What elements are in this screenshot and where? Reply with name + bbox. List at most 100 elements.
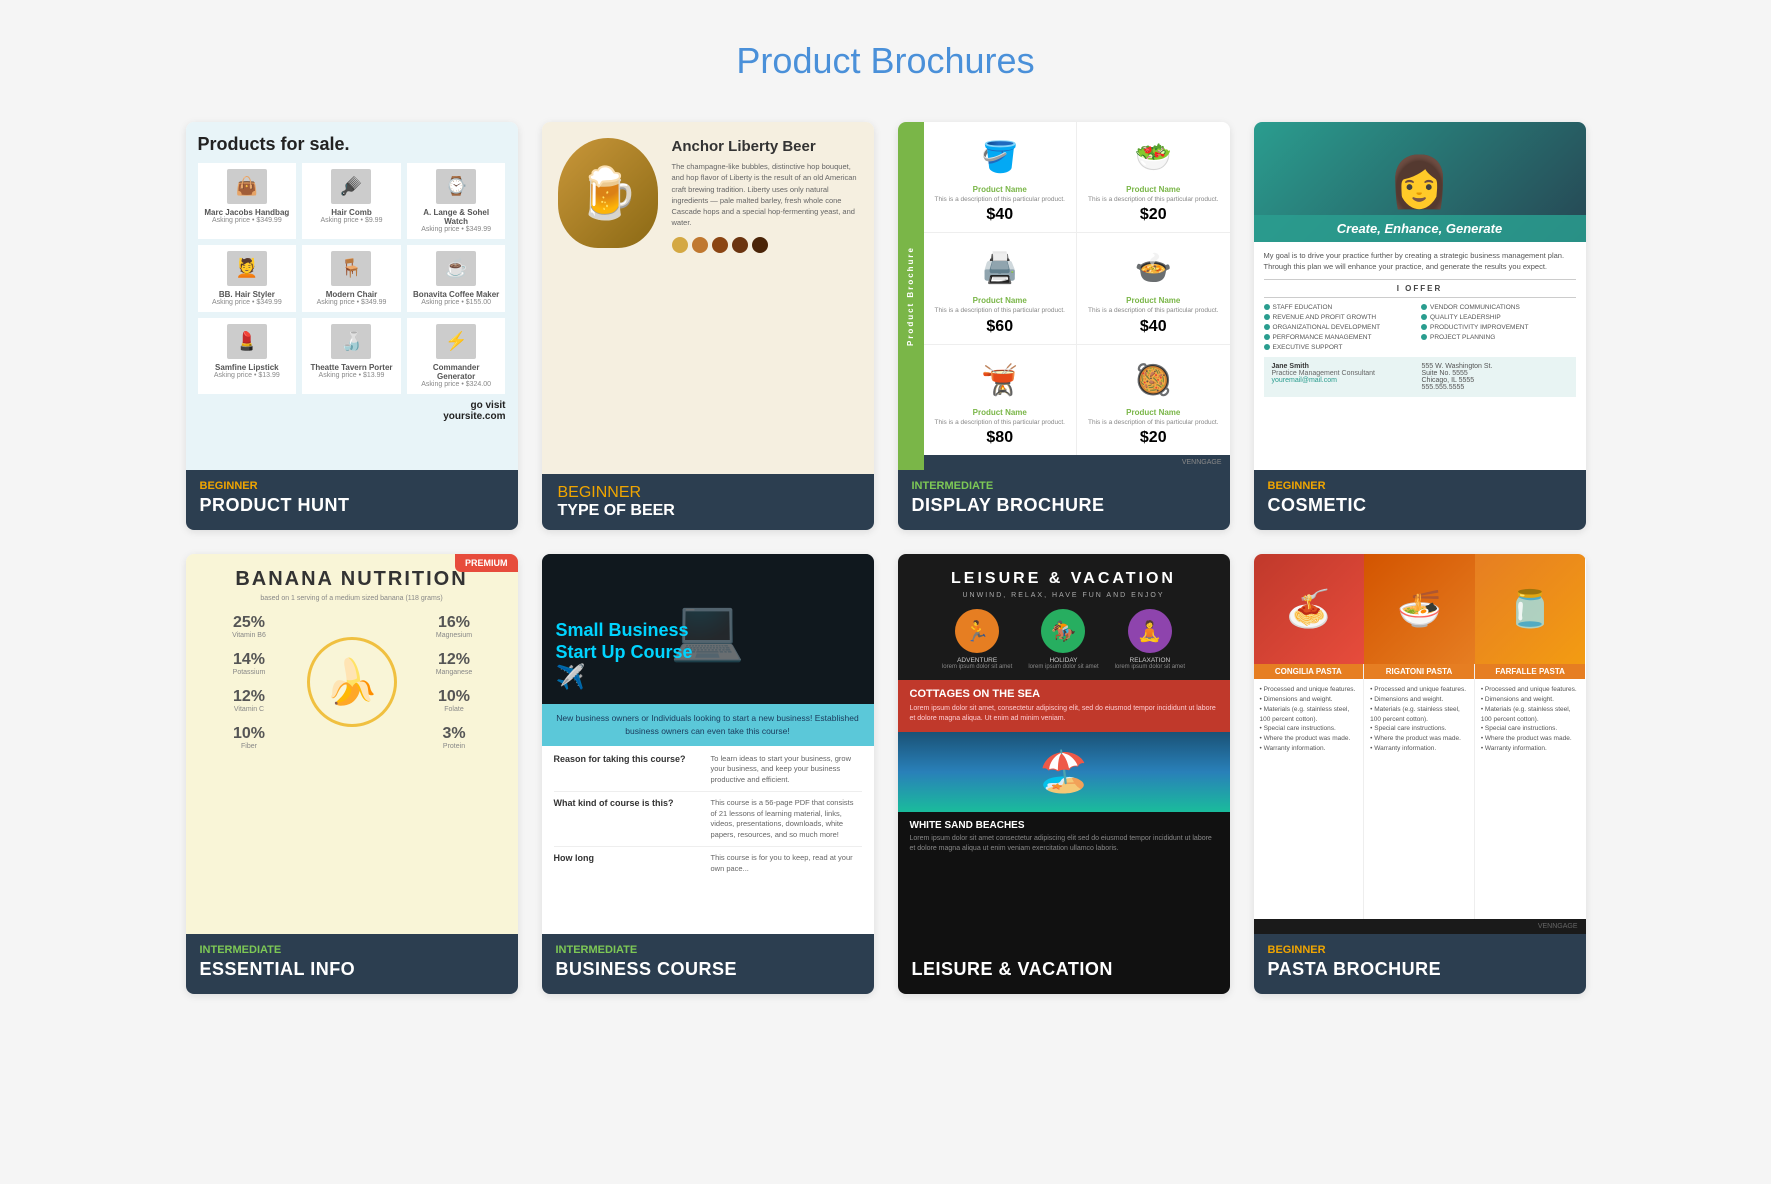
stat-label: Vitamin B6 [200, 632, 299, 639]
card-product-hunt[interactable]: Products for sale. 👜 Marc Jacobs Handbag… [186, 122, 518, 530]
color-swatch-4 [732, 237, 748, 253]
page-title: Product Brochures [20, 40, 1751, 82]
banana-stat: 25%Vitamin B6 [200, 614, 299, 639]
ph-item-name: A. Lange & Sohel Watch [413, 208, 500, 226]
contact-suite: Suite No. 5555 [1422, 370, 1568, 377]
pasta-item: • Warranty information. [1370, 744, 1468, 754]
qa-item: What kind of course is this? This course… [554, 798, 862, 847]
ph-item-name: Hair Comb [308, 208, 395, 217]
pasta-col-1: CONGILIA PASTA • Processed and unique fe… [1254, 664, 1365, 919]
ph-item-price: Asking price • $349.99 [308, 299, 395, 306]
contact-phone: 555.555.5555 [1422, 384, 1568, 391]
pasta-col-3: FARFALLE PASTA • Processed and unique fe… [1475, 664, 1586, 919]
ph-item-price: Asking price • $9.99 [308, 217, 395, 224]
business-preview: 💻 Small Business Start Up Course ✈️ New … [542, 554, 874, 934]
card-cosmetic[interactable]: 👩 Create, Enhance, Generate My goal is t… [1254, 122, 1586, 530]
card-footer: BEGINNER COSMETIC [1254, 470, 1586, 530]
template-name: PRODUCT HUNT [200, 495, 504, 516]
stat-label: Protein [405, 743, 504, 750]
card-business-course[interactable]: 💻 Small Business Start Up Course ✈️ New … [542, 554, 874, 994]
card-banana-nutrition[interactable]: PREMIUM BANANA NUTRITION based on 1 serv… [186, 554, 518, 994]
banana-icon: 🍌 [307, 637, 397, 727]
contact-name: Jane Smith [1272, 363, 1418, 370]
display-item-desc: This is a description of this particular… [932, 196, 1069, 204]
beer-type-section: BEGINNER TYPE OF BEER [542, 474, 874, 530]
cosmetic-body: My goal is to drive your practice furthe… [1254, 242, 1586, 470]
handbag-icon: 👜 [227, 169, 267, 204]
ph-item: 💄 Samfine Lipstick Asking price • $13.99 [198, 318, 297, 394]
contact-city: Chicago, IL 5555 [1422, 377, 1568, 384]
beer-mug-icon: 🍺 [558, 138, 658, 248]
pasta-item: • Where the product was made. [1481, 734, 1580, 744]
banana-stat: 16%Magnesium [405, 614, 504, 639]
card-leisure-vacation[interactable]: LEISURE & VACATION UNWIND, RELAX, HAVE F… [898, 554, 1230, 994]
stat-pct: 12% [200, 688, 299, 706]
offer-item: VENDOR COMMUNICATIONS [1421, 304, 1576, 311]
offer-item: EXECUTIVE SUPPORT [1264, 344, 1419, 351]
contact-address-block: 555 W. Washington St. Suite No. 5555 Chi… [1422, 363, 1568, 391]
display-item-icon: 🫕 [932, 353, 1069, 408]
qa-question: Reason for taking this course? [554, 754, 705, 786]
banana-stats-right: 16%Magnesium 12%Manganese 10%Folate 3%Pr… [405, 614, 504, 750]
banana-preview: PREMIUM BANANA NUTRITION based on 1 serv… [186, 554, 518, 934]
banana-stat: 3%Protein [405, 725, 504, 750]
pasta-brand-bar: VENNGAGE [1254, 919, 1586, 934]
leisure-preview: LEISURE & VACATION UNWIND, RELAX, HAVE F… [898, 554, 1230, 934]
ph-title: Products for sale. [198, 134, 506, 155]
template-name: DISPLAY BROCHURE [912, 495, 1216, 516]
pasta-preview: 🍝 🍜 🫙 CONGILIA PASTA • Processed and uni… [1254, 554, 1586, 934]
business-qa: Reason for taking this course? To learn … [542, 746, 874, 935]
cosmetic-tagline: Create, Enhance, Generate [1254, 215, 1586, 242]
display-item-name: Product Name [932, 408, 1069, 417]
qa-question: How long [554, 853, 705, 874]
ph-item-name: Marc Jacobs Handbag [204, 208, 291, 217]
leisure-icon-item: 🧘 RELAXATION lorem ipsum dolor sit amet [1115, 609, 1185, 670]
display-item-name: Product Name [1085, 408, 1222, 417]
level-badge: BEGINNER [1268, 480, 1572, 492]
pasta-item: • Materials (e.g. stainless steel, 100 p… [1481, 705, 1580, 725]
banana-stat: 12%Vitamin C [200, 688, 299, 713]
adventure-icon: 🏃 [955, 609, 999, 653]
card-pasta-brochure[interactable]: 🍝 🍜 🫙 CONGILIA PASTA • Processed and uni… [1254, 554, 1586, 994]
banana-stat: 14%Potassium [200, 651, 299, 676]
template-name: COSMETIC [1268, 495, 1572, 516]
stat-label: Magnesium [405, 632, 504, 639]
card-footer: LEISURE & VACATION [898, 934, 1230, 994]
card-beer[interactable]: 🍺 Anchor Liberty Beer The champagne-like… [542, 122, 874, 530]
cosmetic-header: 👩 Create, Enhance, Generate [1254, 122, 1586, 242]
pasta-item: • Processed and unique features. [1481, 685, 1580, 695]
pasta-col-header: FARFALLE PASTA [1475, 664, 1586, 679]
stat-pct: 25% [200, 614, 299, 632]
ph-item-price: Asking price • $349.99 [413, 226, 500, 233]
card-display-brochure[interactable]: Product Brochure 🪣 Product Name This is … [898, 122, 1230, 530]
leisure-beach-section: COTTAGES ON THE SEA Lorem ipsum dolor si… [898, 680, 1230, 732]
contact-address: 555 W. Washington St. [1422, 363, 1568, 370]
level-badge: INTERMEDIATE [200, 944, 504, 956]
qa-answer: This course is for you to keep, read at … [711, 853, 862, 874]
stat-label: Folate [405, 706, 504, 713]
icon-desc: lorem ipsum dolor sit amet [1115, 664, 1185, 670]
pasta-col-header: RIGATONI PASTA [1364, 664, 1474, 679]
stat-pct: 10% [200, 725, 299, 743]
pasta-item: • Dimensions and weight. [1260, 695, 1358, 705]
stat-pct: 14% [200, 651, 299, 669]
pasta-col-header: CONGILIA PASTA [1254, 664, 1364, 679]
display-item-name: Product Name [932, 296, 1069, 305]
icon-label: RELAXATION [1115, 657, 1185, 664]
leisure-header: LEISURE & VACATION UNWIND, RELAX, HAVE F… [898, 554, 1230, 609]
color-swatch-2 [692, 237, 708, 253]
display-item-desc: This is a description of this particular… [1085, 419, 1222, 427]
pasta-content: CONGILIA PASTA • Processed and unique fe… [1254, 664, 1586, 919]
banana-center: 🍌 [307, 637, 397, 727]
offer-item: PERFORMANCE MANAGEMENT [1264, 334, 1419, 341]
banana-stats-left: 25%Vitamin B6 14%Potassium 12%Vitamin C … [200, 614, 299, 750]
ph-item-price: Asking price • $324.00 [413, 381, 500, 388]
pasta-item: • Special care instructions. [1370, 724, 1468, 734]
cosmetic-offers-grid: STAFF EDUCATION VENDOR COMMUNICATIONS RE… [1264, 304, 1576, 351]
brochure-grid: Products for sale. 👜 Marc Jacobs Handbag… [186, 122, 1586, 994]
porter-icon: 🍶 [331, 324, 371, 359]
icon-label: HOLIDAY [1028, 657, 1098, 664]
template-name: LEISURE & VACATION [912, 959, 1216, 980]
pasta-item: • Processed and unique features. [1370, 685, 1468, 695]
qa-answer: This course is a 56-page PDF that consis… [711, 798, 862, 840]
